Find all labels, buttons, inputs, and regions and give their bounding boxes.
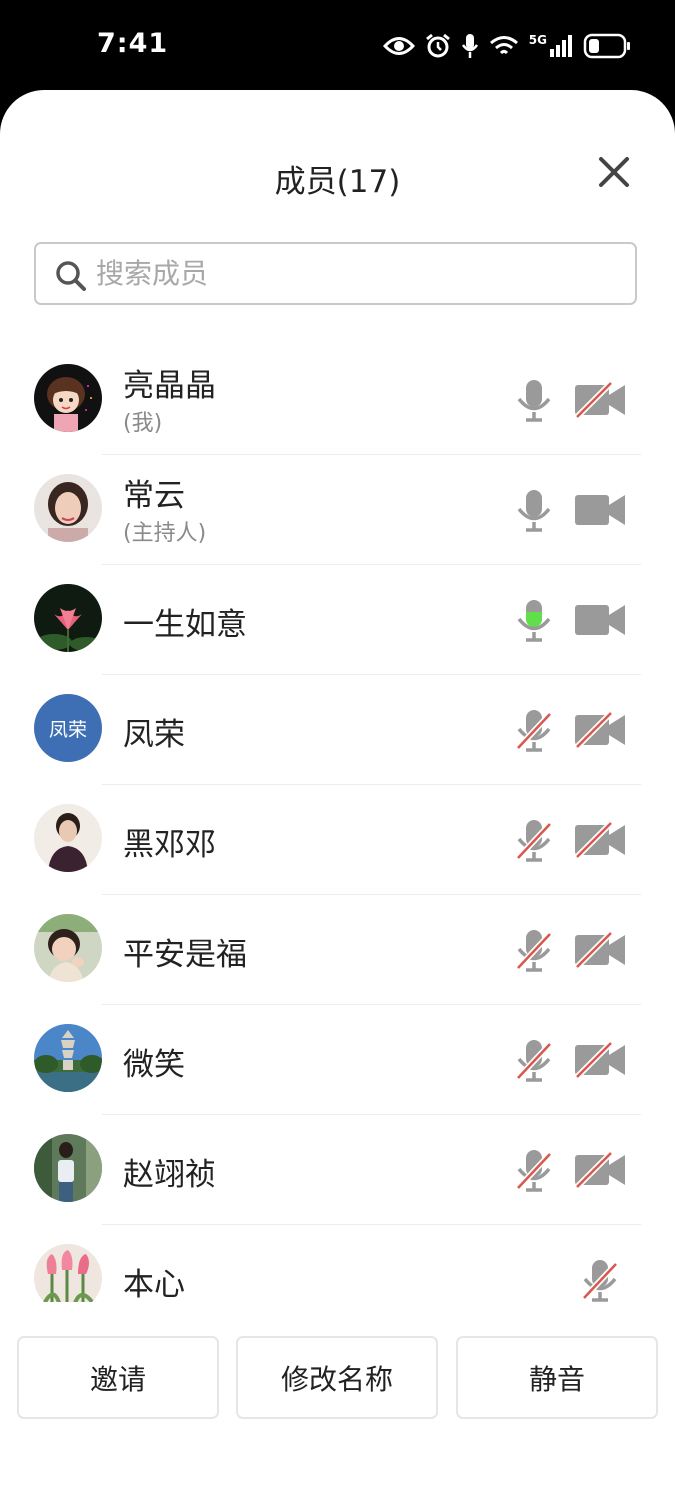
eye-icon — [382, 37, 415, 55]
member-row[interactable]: 亮晶晶 (我) — [0, 345, 675, 455]
network-type: 5G — [528, 33, 547, 47]
microphone-speaking-icon[interactable] — [514, 598, 554, 642]
member-row[interactable]: 微笑 — [0, 1005, 675, 1115]
member-name: 亮晶晶 — [123, 368, 216, 404]
microphone-icon[interactable] — [514, 488, 554, 532]
search-box — [34, 242, 637, 305]
avatar: 凤荣 — [34, 694, 102, 762]
invite-button[interactable]: 邀请 — [17, 1336, 219, 1419]
member-row[interactable]: 黑邓邓 — [0, 785, 675, 895]
member-row[interactable]: 本心 — [0, 1225, 675, 1302]
member-name: 凤荣 — [123, 717, 185, 753]
avatar — [34, 584, 102, 652]
avatar — [34, 364, 102, 432]
mic-icon — [461, 34, 478, 58]
status-bar: 7:41 5G — [0, 0, 675, 90]
camera-off-icon[interactable] — [573, 821, 627, 859]
member-row[interactable]: 一生如意 — [0, 565, 675, 675]
member-name: 本心 — [123, 1267, 185, 1302]
member-name: 黑邓邓 — [123, 827, 216, 863]
battery-icon — [583, 33, 630, 59]
microphone-muted-icon[interactable] — [514, 1148, 554, 1192]
mute-all-button[interactable]: 静音 — [456, 1336, 658, 1419]
search-icon — [56, 261, 86, 291]
camera-off-icon[interactable] — [573, 931, 627, 969]
microphone-icon[interactable] — [514, 378, 554, 422]
member-name: 微笑 — [123, 1047, 185, 1083]
member-name: 常云 — [123, 478, 185, 514]
search-input[interactable] — [96, 244, 616, 303]
status-icons: 5G — [382, 30, 631, 62]
camera-off-icon[interactable] — [573, 381, 627, 419]
member-role: (主持人) — [123, 521, 207, 546]
member-name: 一生如意 — [123, 607, 247, 643]
microphone-muted-icon[interactable] — [514, 708, 554, 752]
member-row[interactable]: 凤荣 凤荣 — [0, 675, 675, 785]
member-row[interactable]: 平安是福 — [0, 895, 675, 1005]
wifi-icon — [489, 36, 518, 55]
member-row[interactable]: 赵翊祯 — [0, 1115, 675, 1225]
avatar — [34, 1024, 102, 1092]
avatar-initials: 凤荣 — [34, 694, 102, 762]
status-time: 7:41 — [97, 28, 169, 59]
avatar — [34, 1134, 102, 1202]
rename-button[interactable]: 修改名称 — [236, 1336, 438, 1419]
member-row[interactable]: 常云 (主持人) — [0, 455, 675, 565]
member-list: 亮晶晶 (我) 常云 (主持人) 一生如意 凤荣 凤荣 黑邓邓 平安是福 微笑 … — [0, 345, 675, 1302]
alarm-icon — [425, 33, 450, 58]
camera-off-icon[interactable] — [573, 711, 627, 749]
member-name: 平安是福 — [123, 937, 247, 973]
camera-icon[interactable] — [573, 491, 627, 529]
microphone-muted-icon[interactable] — [514, 818, 554, 862]
camera-off-icon[interactable] — [573, 1041, 627, 1079]
camera-off-icon[interactable] — [573, 1151, 627, 1189]
close-icon[interactable] — [594, 152, 634, 192]
member-role: (我) — [123, 411, 163, 436]
members-sheet: 成员(17) 搜索成员 亮晶晶 (我) 常云 (主持人) 一生如意 凤荣 凤荣 … — [0, 90, 675, 1500]
avatar — [34, 914, 102, 982]
footer-actions: 邀请 修改名称 静音 — [0, 1325, 675, 1425]
signal-icon — [550, 35, 572, 57]
microphone-muted-icon[interactable] — [580, 1258, 620, 1302]
camera-icon[interactable] — [573, 601, 627, 639]
avatar — [34, 1244, 102, 1302]
microphone-muted-icon[interactable] — [514, 1038, 554, 1082]
avatar — [34, 474, 102, 542]
sheet-title: 成员(17) — [274, 164, 401, 200]
avatar — [34, 804, 102, 872]
member-name: 赵翊祯 — [123, 1157, 216, 1193]
microphone-muted-icon[interactable] — [514, 928, 554, 972]
